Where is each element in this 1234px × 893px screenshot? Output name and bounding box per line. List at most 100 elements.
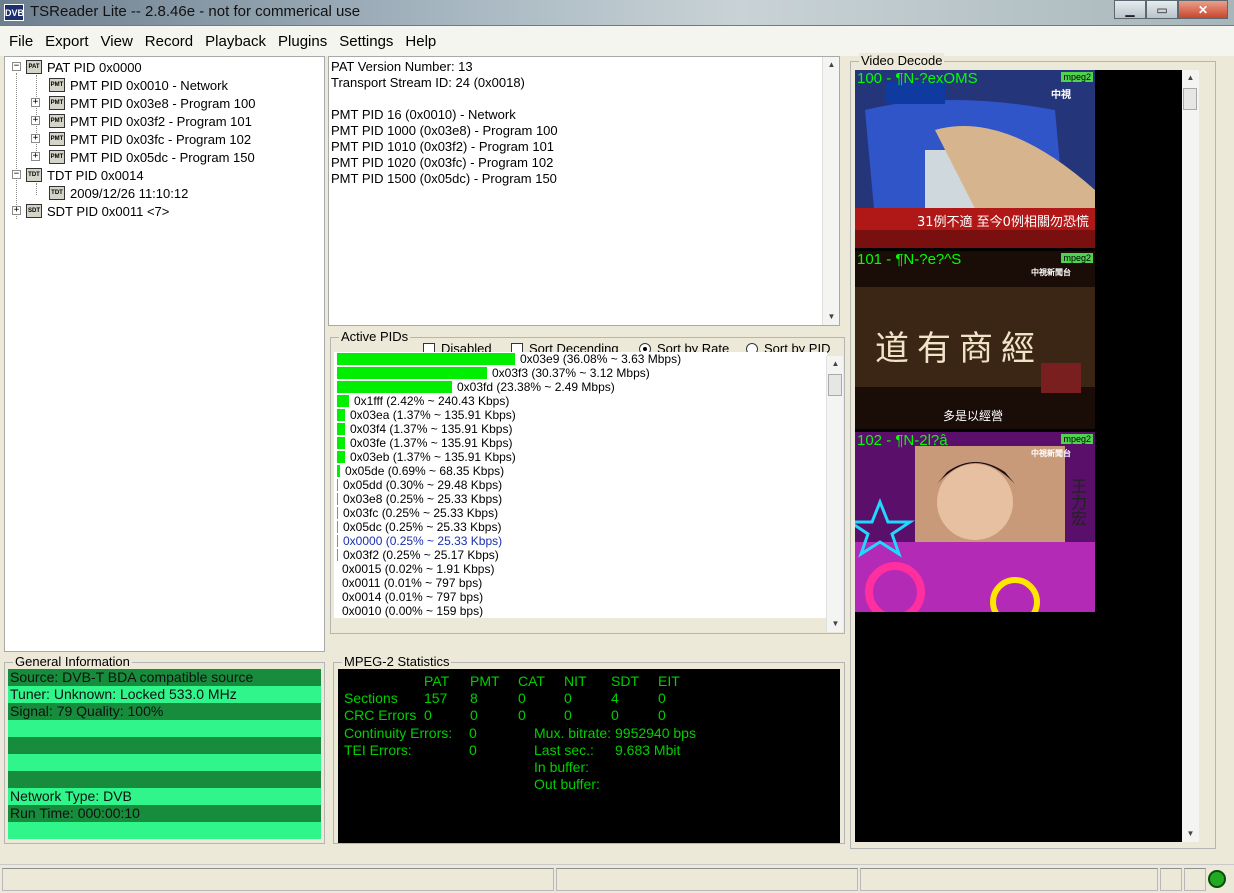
pid-row[interactable]: 0x0000 (0.25% ~ 25.33 Kbps) [337,534,502,548]
codec-tag: mpeg2 [1061,253,1093,263]
info-text-panel[interactable]: PAT Version Number: 13 Transport Stream … [328,56,840,326]
pid-row[interactable]: 0x0011 (0.01% ~ 797 bps) [337,576,482,590]
video-thumb-label: 101 - ¶N-?e?^S [857,251,962,268]
collapse-icon[interactable]: − [12,170,21,179]
pmt-icon: PMT [49,150,65,164]
scroll-up-icon[interactable]: ▲ [827,356,844,372]
pid-tree[interactable]: − PAT PAT PID 0x0000 PMT PMT PID 0x0010 … [4,56,325,652]
tree-node-pmt-100[interactable]: + PMT PMT PID 0x03e8 - Program 100 [31,94,255,112]
close-button[interactable]: ✕ [1178,0,1228,19]
minimize-button[interactable]: ▁ [1114,0,1146,19]
video-thumb-label: 102 - ¶N-2l?â [857,432,948,449]
tree-node-pmt-101[interactable]: + PMT PMT PID 0x03f2 - Program 101 [31,112,252,130]
pid-rate-bar [337,535,338,547]
pid-row[interactable]: 0x0015 (0.02% ~ 1.91 Kbps) [337,562,494,576]
video-thumb-label: 100 - ¶N-?exOMS [857,70,978,87]
tree-label: PMT PID 0x03e8 - Program 100 [70,95,256,111]
status-bar [0,864,1234,893]
pid-rate-bar [337,409,345,421]
active-pids-list[interactable]: 0x03e9 (36.08% ~ 3.63 Mbps) 0x03f3 (30.37… [334,352,827,618]
app-icon: DVB [4,4,24,21]
scroll-down-icon[interactable]: ▼ [1182,826,1199,842]
col-header-sdt: SDT [611,673,639,689]
scroll-down-icon[interactable]: ▼ [823,309,840,325]
pid-row[interactable]: 0x05de (0.69% ~ 68.35 Kbps) [337,464,504,478]
expand-icon[interactable]: + [31,134,40,143]
general-info-line [8,737,321,754]
pmt-icon: PMT [49,96,65,110]
pid-row[interactable]: 0x03f3 (30.37% ~ 3.12 Mbps) [337,366,650,380]
pid-rate-text: 0x03e8 (0.25% ~ 25.33 Kbps) [343,492,503,506]
pid-rate-text: 0x03f4 (1.37% ~ 135.91 Kbps) [350,422,513,436]
pid-row[interactable]: 0x05dc (0.25% ~ 25.33 Kbps) [337,520,501,534]
scroll-thumb[interactable] [1183,88,1197,110]
tree-node-pmt-102[interactable]: + PMT PMT PID 0x03fc - Program 102 [31,130,251,148]
menu-settings[interactable]: Settings [333,33,399,50]
pid-row[interactable]: 0x03f4 (1.37% ~ 135.91 Kbps) [337,422,512,436]
menu-file[interactable]: File [3,33,39,50]
expand-icon[interactable]: + [31,98,40,107]
general-info-line: Network Type: DVB [8,788,321,805]
mpeg-stats-label: MPEG-2 Statistics [342,654,452,669]
client-area: − PAT PAT PID 0x0000 PMT PMT PID 0x0010 … [0,53,1234,864]
sections-value: 0 [658,690,666,706]
pid-row[interactable]: 0x03ea (1.37% ~ 135.91 Kbps) [337,408,516,422]
pid-row[interactable]: 0x03fe (1.37% ~ 135.91 Kbps) [337,436,512,450]
menu-playback[interactable]: Playback [199,33,272,50]
scroll-down-icon[interactable]: ▼ [827,616,844,632]
expand-icon[interactable]: + [12,206,21,215]
info-scrollbar[interactable]: ▲ ▼ [822,57,839,325]
tree-node-tdt[interactable]: − TDT TDT PID 0x0014 [12,166,144,184]
minimize-icon: ▁ [1125,2,1135,17]
pid-row[interactable]: 0x03e8 (0.25% ~ 25.33 Kbps) [337,492,502,506]
tree-node-pmt-150[interactable]: + PMT PMT PID 0x05dc - Program 150 [31,148,255,166]
pid-row[interactable]: 0x0014 (0.01% ~ 797 bps) [337,590,483,604]
tree-node-pmt-network[interactable]: PMT PMT PID 0x0010 - Network [49,76,228,94]
last-sec-value: 9.683 Mbit [615,742,681,758]
pid-row[interactable]: 0x03eb (1.37% ~ 135.91 Kbps) [337,450,516,464]
window-controls: ▁ ▭ ✕ [1114,0,1228,19]
channel-logo: 中視新聞台 [1031,449,1071,458]
video-thumb-100[interactable]: 100 - ¶N-?exOMS mpeg2 中視 31例不適 至今0例相關勿恐慌 [855,70,1095,248]
menu-export[interactable]: Export [39,33,94,50]
col-header-cat: CAT [518,673,545,689]
status-cell [1184,868,1206,891]
collapse-icon[interactable]: − [12,62,21,71]
tree-label: PMT PID 0x0010 - Network [70,77,228,93]
continuity-label: Continuity Errors: [344,725,453,741]
scroll-up-icon[interactable]: ▲ [1182,70,1199,86]
pid-rate-bar [337,381,452,393]
tree-node-sdt[interactable]: + SDT SDT PID 0x0011 <7> [12,202,169,220]
subtitle-caption: 多是以經營 [943,409,1004,423]
pid-row[interactable]: 0x0010 (0.00% ~ 159 bps) [337,604,483,618]
pid-row[interactable]: 0x1fff (2.42% ~ 240.43 Kbps) [337,394,509,408]
crc-value: 0 [470,707,478,723]
video-thumb-101[interactable]: 101 - ¶N-?e?^S mpeg2 中視新聞台 道有商經 多是以經營 [855,251,1095,429]
video-thumb-102[interactable]: 102 - ¶N-2l?â mpeg2 中視新聞台 王力宏 [855,432,1095,612]
pid-row[interactable]: 0x05dd (0.30% ~ 29.48 Kbps) [337,478,502,492]
pid-rate-text: 0x05dc (0.25% ~ 25.33 Kbps) [343,520,502,534]
pid-row[interactable]: 0x03fd (23.38% ~ 2.49 Mbps) [337,380,615,394]
pid-rate-text: 0x0000 (0.25% ~ 25.33 Kbps) [343,534,503,548]
expand-icon[interactable]: + [31,116,40,125]
video-scrollbar[interactable]: ▲ ▼ [1182,70,1199,842]
menu-help[interactable]: Help [399,33,442,50]
tree-node-tdt-time[interactable]: TDT 2009/12/26 11:10:12 [49,184,188,202]
crc-label: CRC Errors [344,707,417,723]
menu-record[interactable]: Record [139,33,199,50]
maximize-button[interactable]: ▭ [1146,0,1178,19]
pid-rate-text: 0x0011 (0.01% ~ 797 bps) [342,576,483,590]
pid-row[interactable]: 0x03e9 (36.08% ~ 3.63 Mbps) [337,352,681,366]
pid-row[interactable]: 0x03f2 (0.25% ~ 25.17 Kbps) [337,548,499,562]
info-line [331,91,839,107]
pids-scrollbar[interactable]: ▲ ▼ [826,356,843,632]
expand-icon[interactable]: + [31,152,40,161]
codec-tag: mpeg2 [1061,72,1093,82]
pid-row[interactable]: 0x03fc (0.25% ~ 25.33 Kbps) [337,506,498,520]
general-info-line: Source: DVB-T BDA compatible source [8,669,321,686]
scroll-up-icon[interactable]: ▲ [823,57,840,73]
menu-view[interactable]: View [95,33,139,50]
scroll-thumb[interactable] [828,374,842,396]
menu-plugins[interactable]: Plugins [272,33,333,50]
tree-node-pat[interactable]: − PAT PAT PID 0x0000 [12,58,142,76]
